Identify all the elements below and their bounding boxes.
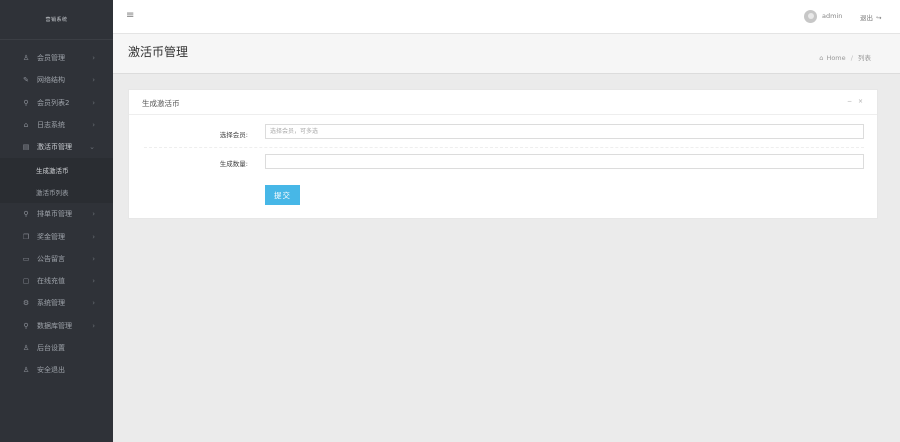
- sidebar-item-safe-logout[interactable]: ♙ 安全退出: [0, 359, 113, 381]
- submenu-item-generate-activation-coin[interactable]: 生成激活币: [0, 158, 113, 181]
- quantity-label: 生成数量:: [219, 160, 248, 168]
- sidebar: 营销系统 ♙ 会员管理 › ✎ 网络结构 › ⚲ 会员列表2 › ⌂ 日志系统 …: [0, 0, 113, 442]
- chevron-right-icon: ›: [92, 321, 95, 330]
- chevron-right-icon: ›: [92, 54, 95, 63]
- sidebar-item-label: 奖金管理: [37, 232, 65, 241]
- sidebar-menu: ♙ 会员管理 › ✎ 网络结构 › ⚲ 会员列表2 › ⌂ 日志系统 › ▤ 激…: [0, 40, 113, 381]
- quantity-row: 生成数量:: [144, 148, 864, 178]
- sidebar-item-network-structure[interactable]: ✎ 网络结构 ›: [0, 69, 113, 91]
- logout-button[interactable]: 退出 ↪: [860, 12, 882, 22]
- sidebar-item-activation-coin-management[interactable]: ▤ 激活币管理 ⌄: [0, 136, 113, 158]
- logout-label: 退出: [860, 14, 873, 22]
- chevron-right-icon: ›: [92, 76, 95, 85]
- pencil-icon: ✎: [23, 76, 29, 85]
- sidebar-item-label: 会员列表2: [37, 98, 70, 107]
- member-select-input[interactable]: [265, 124, 864, 139]
- sidebar-item-announcements[interactable]: ▭ 公告留言 ›: [0, 248, 113, 270]
- collapse-icon[interactable]: −: [847, 98, 852, 105]
- sidebar-item-database-management[interactable]: ⚲ 数据库管理 ›: [0, 315, 113, 337]
- sidebar-item-member-management[interactable]: ♙ 会员管理 ›: [0, 47, 113, 69]
- sidebar-item-label: 排单币管理: [37, 210, 72, 219]
- breadcrumb: ⌂ Home / 列表: [819, 52, 871, 62]
- sidebar-item-order-coin-management[interactable]: ⚲ 排单币管理 ›: [0, 203, 113, 225]
- submenu-item-label: 激活币列表: [36, 188, 69, 197]
- submenu-item-activation-coin-list[interactable]: 激活币列表: [0, 180, 113, 204]
- sidebar-item-label: 安全退出: [37, 366, 65, 375]
- sidebar-item-label: 公告留言: [37, 254, 65, 263]
- sidebar-item-label: 数据库管理: [37, 321, 72, 330]
- chevron-right-icon: ›: [92, 254, 95, 263]
- search-icon: ⚲: [23, 98, 29, 107]
- breadcrumb-home-link[interactable]: Home: [826, 54, 845, 62]
- quantity-input[interactable]: [265, 154, 864, 169]
- search-icon: ⚲: [23, 321, 29, 330]
- menu-toggle-icon[interactable]: ≡: [126, 10, 134, 21]
- chevron-right-icon: ›: [92, 277, 95, 286]
- sidebar-item-label: 会员管理: [37, 54, 65, 63]
- user-icon: ♙: [22, 366, 30, 375]
- chevron-right-icon: ›: [92, 121, 95, 130]
- list-icon: ▤: [22, 143, 30, 152]
- logout-icon: ↪: [876, 14, 882, 22]
- sidebar-item-label: 后台设置: [37, 344, 65, 352]
- chevron-right-icon: ›: [92, 98, 95, 107]
- generate-coin-panel: 生成激活币 − × 选择会员: 生成数量: 提交: [128, 89, 878, 219]
- sidebar-item-bonus-management[interactable]: ❐ 奖金管理 ›: [0, 225, 113, 247]
- home-icon: ⌂: [23, 121, 29, 130]
- user-icon: ♙: [22, 344, 30, 352]
- card-icon: ▢: [22, 277, 30, 286]
- member-select-label: 选择会员:: [219, 131, 248, 139]
- username[interactable]: admin: [822, 12, 842, 20]
- sidebar-header: 营销系统: [0, 0, 113, 40]
- panel-tools: − ×: [843, 98, 863, 105]
- avatar[interactable]: [804, 10, 817, 23]
- sidebar-item-label: 系统管理: [37, 299, 65, 308]
- gear-icon: ⚙: [22, 299, 30, 308]
- member-select-row: 选择会员:: [144, 116, 864, 148]
- chevron-down-icon: ⌄: [89, 143, 95, 152]
- close-icon[interactable]: ×: [858, 98, 863, 105]
- page-heading: 激活币管理 ⌂ Home / 列表: [113, 34, 900, 74]
- sidebar-item-backend-settings[interactable]: ♙ 后台设置: [0, 337, 113, 359]
- folder-icon: ❐: [22, 232, 30, 241]
- breadcrumb-separator: /: [850, 54, 853, 62]
- panel-header: 生成激活币 − ×: [129, 90, 877, 115]
- chevron-right-icon: ›: [92, 299, 95, 308]
- submenu-item-label: 生成激活币: [36, 166, 69, 175]
- page-title: 激活币管理: [128, 45, 189, 59]
- home-icon: ⌂: [819, 54, 824, 62]
- sidebar-item-system-management[interactable]: ⚙ 系统管理 ›: [0, 292, 113, 314]
- chevron-right-icon: ›: [92, 210, 95, 219]
- sidebar-item-label: 在线充值: [37, 277, 65, 286]
- message-icon: ▭: [22, 254, 30, 263]
- sidebar-item-log-system[interactable]: ⌂ 日志系统 ›: [0, 114, 113, 136]
- sidebar-item-label: 网络结构: [37, 76, 65, 85]
- search-icon: ⚲: [23, 210, 29, 219]
- sidebar-item-label: 激活币管理: [37, 143, 72, 152]
- user-icon: ♙: [22, 54, 30, 63]
- top-header: ≡ admin 退出 ↪: [113, 0, 900, 34]
- sidebar-item-online-recharge[interactable]: ▢ 在线充值 ›: [0, 270, 113, 292]
- submit-button[interactable]: 提交: [265, 185, 300, 205]
- chevron-right-icon: ›: [92, 232, 95, 241]
- sidebar-title: 营销系统: [45, 17, 68, 23]
- panel-title: 生成激活币: [142, 99, 180, 108]
- sidebar-item-member-list2[interactable]: ⚲ 会员列表2 ›: [0, 92, 113, 114]
- sidebar-item-label: 日志系统: [37, 121, 65, 130]
- breadcrumb-current: 列表: [858, 54, 871, 62]
